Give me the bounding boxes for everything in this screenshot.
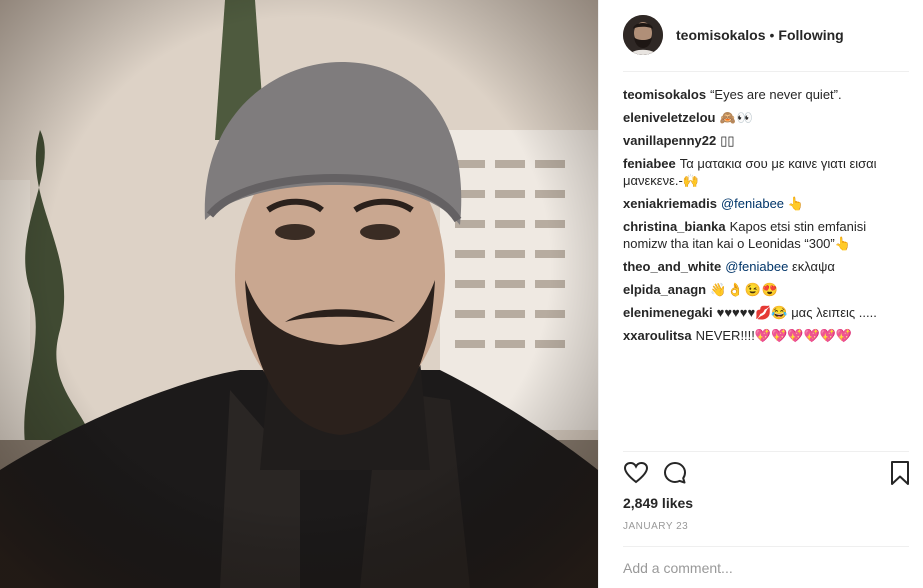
comment-text: εκλαψα xyxy=(791,259,835,274)
action-bar xyxy=(623,460,913,488)
header-username[interactable]: teomisokalos xyxy=(676,27,765,43)
likes-count[interactable]: 2,849 likes xyxy=(623,495,693,511)
comment-item: elpida_anagn 👋👌😉😍 xyxy=(623,281,913,298)
comment-username[interactable]: elpida_anagn xyxy=(623,282,706,297)
comment-username[interactable]: theo_and_white xyxy=(623,259,721,274)
bookmark-icon xyxy=(891,461,909,485)
comment-input-divider xyxy=(623,546,909,547)
heart-outline-icon xyxy=(623,461,649,484)
comment-username[interactable]: elenimenegaki xyxy=(623,305,713,320)
save-button[interactable] xyxy=(887,460,913,486)
add-comment-input[interactable] xyxy=(623,556,909,580)
comment-text: 👆 xyxy=(787,196,804,211)
comment-text: 👋👌😉😍 xyxy=(710,282,779,297)
avatar-image xyxy=(623,15,663,55)
post-side-panel: teomisokalos • Following teomisokalos “Eyes… xyxy=(598,0,923,588)
comment-item: vanillapenny22 ▯▯ xyxy=(623,132,913,149)
actions-divider xyxy=(623,451,909,452)
comment-mention[interactable]: @feniabee xyxy=(725,259,788,274)
comment-username[interactable]: christina_bianka xyxy=(623,219,726,234)
selfie-image xyxy=(0,0,598,588)
comment-bubble-icon xyxy=(664,462,686,484)
comment-text: 🙈👀 xyxy=(719,110,754,125)
comment-username[interactable]: teomisokalos xyxy=(623,87,706,102)
comment-item: xxaroulitsa NEVER!!!!💖💖💖💖💖💖 xyxy=(623,327,913,344)
like-button[interactable] xyxy=(623,460,649,486)
comment-item: elenimenegaki ♥♥♥♥♥💋😂 μας λειπεις ..... xyxy=(623,304,913,321)
post-header: teomisokalos • Following xyxy=(599,0,923,70)
post-date: JANUARY 23 xyxy=(623,521,689,532)
comment-item: xeniakriemadis @feniabee 👆 xyxy=(623,195,913,212)
comment-item: feniabee Τα ματακια σου με καινε γιατι ει… xyxy=(623,155,913,189)
comment-text: “Eyes are never quiet”. xyxy=(710,87,842,102)
comment-caption: teomisokalos “Eyes are never quiet”. xyxy=(623,86,913,103)
avatar[interactable] xyxy=(623,15,663,55)
following-button[interactable]: Following xyxy=(778,27,843,43)
comment-item: eleniveletzelou 🙈👀 xyxy=(623,109,913,126)
post-photo[interactable] xyxy=(0,0,598,588)
comment-username[interactable]: vanillapenny22 xyxy=(623,133,716,148)
comment-username[interactable]: xxaroulitsa xyxy=(623,328,692,343)
header-divider xyxy=(623,71,909,72)
comment-item: christina_bianka Kapos etsi stin emfanisi… xyxy=(623,218,913,252)
separator-dot: • xyxy=(769,27,775,43)
comment-username[interactable]: feniabee xyxy=(623,156,676,171)
comment-text: NEVER!!!!💖💖💖💖💖💖 xyxy=(695,328,853,343)
comment-username[interactable]: xeniakriemadis xyxy=(623,196,717,211)
comment-text: ♥♥♥♥♥💋😂 μας λειπεις ..... xyxy=(716,305,877,320)
comment-list: teomisokalos “Eyes are never quiet”. elen… xyxy=(623,86,913,350)
comment-mention[interactable]: @feniabee xyxy=(721,196,784,211)
comment-username[interactable]: eleniveletzelou xyxy=(623,110,715,125)
header-user-line: teomisokalos • Following xyxy=(676,27,844,43)
comment-button[interactable] xyxy=(662,460,688,486)
comment-text: ▯▯ xyxy=(720,133,735,148)
comment-item: theo_and_white @feniabee εκλαψα xyxy=(623,258,913,275)
